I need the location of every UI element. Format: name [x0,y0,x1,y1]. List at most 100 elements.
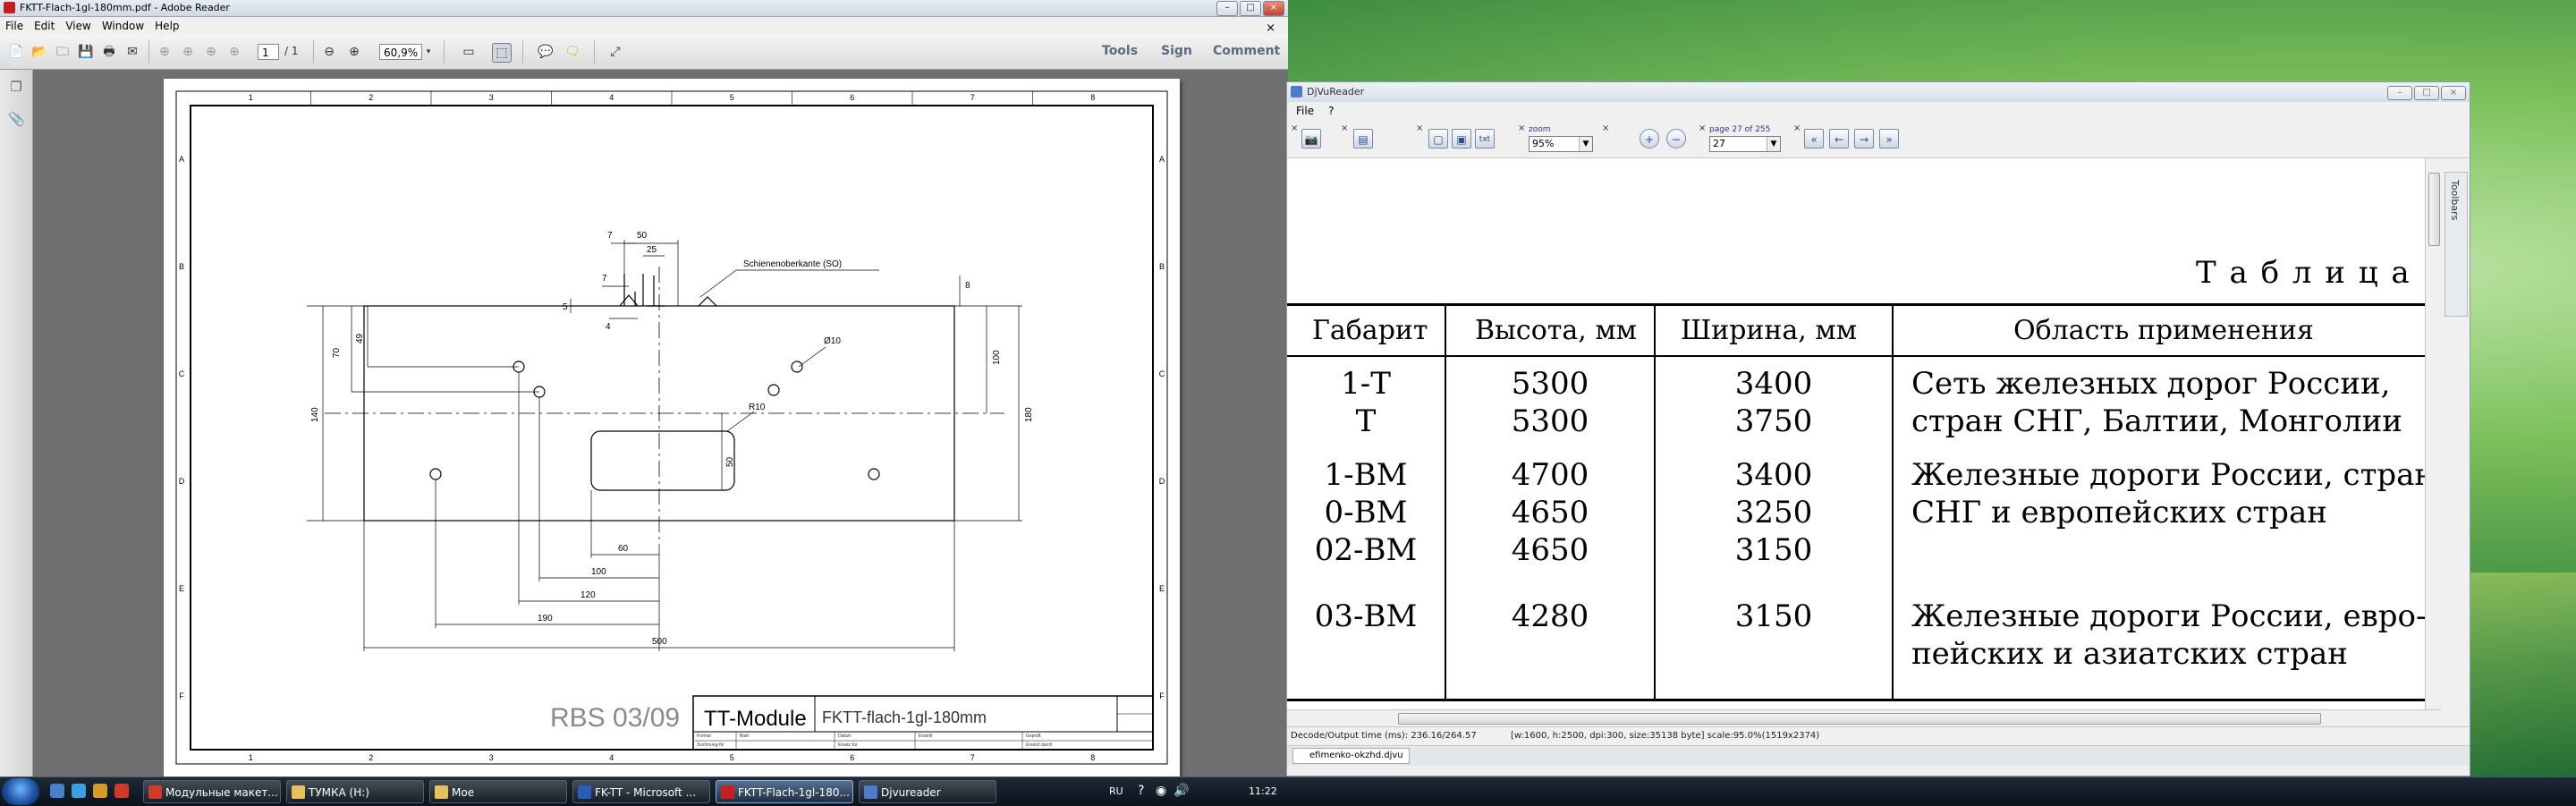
attachments-icon[interactable]: 📎 [8,111,25,127]
menu-window[interactable]: Window [97,17,149,32]
zoom-out-icon[interactable]: ⊖ [320,43,338,61]
frame-column-label: 1 [249,753,253,762]
page-down-icon[interactable]: ⊕ [225,43,243,61]
rail-chamfer [698,296,717,307]
toolbars-side-tab[interactable]: Toolbars [2445,172,2468,317]
ie-icon[interactable] [72,784,86,798]
zoom-out-icon[interactable]: − [1666,129,1686,148]
close-toolbar-icon[interactable]: × [1291,123,1298,133]
tools-pane-button[interactable]: Tools [1102,44,1138,58]
close-toolbar-icon[interactable]: × [1793,123,1801,133]
page-thumbnails-icon[interactable]: ❐ [8,79,24,95]
help-icon[interactable]: ? [1138,784,1144,798]
sign-pane-button[interactable]: Sign [1161,44,1192,58]
maximize-button[interactable]: □ [2414,86,2439,100]
close-toolbar-icon[interactable]: × [1416,123,1423,133]
title-cell: Ersetzt durch [1026,742,1053,748]
status-bar: Decode/Output time (ms): 236.16/264.57 [… [1287,726,2470,745]
page-select[interactable]: 27 ▼ [1709,136,1781,152]
frame-row-label: D [179,477,185,486]
djvu-titlebar[interactable]: DjVuReader – □ × [1287,82,2470,102]
minimize-button[interactable]: – [2387,86,2412,100]
horizontal-scrollbar[interactable] [1287,709,2441,726]
comment-note-icon[interactable]: 💬 [537,43,555,61]
clock[interactable]: 11:22 [1249,785,1277,797]
image-view-icon[interactable]: ▣ [1452,129,1471,148]
minimize-button[interactable]: – [1216,1,1238,16]
menu-file[interactable]: File [0,17,29,32]
zoom-in-icon[interactable]: + [1640,129,1659,148]
taskbar-button[interactable]: FK-TT - Microsoft ... [572,780,710,803]
taskbar-button[interactable]: Модульные макет... [143,780,281,803]
document-tabs: efimenko-okzhd.djvu [1287,745,2470,766]
single-page-icon[interactable]: ▢ [1428,129,1448,148]
email-icon[interactable]: ✉ [123,43,141,61]
close-button[interactable]: × [2441,86,2466,100]
create-pdf-icon[interactable]: 📄 [7,43,25,61]
previous-page-icon[interactable]: ← [1829,129,1849,148]
save-icon[interactable]: 💾 [77,43,95,61]
zoom-level-input[interactable]: 60,9% [379,44,422,60]
close-button[interactable]: × [1263,1,1284,16]
page-number-input[interactable]: 1 [258,44,279,60]
taskbar-button[interactable]: FKTT-Flach-1gl-180... [716,780,853,803]
fit-width-icon[interactable]: ⬚ [492,43,512,63]
frame-column-label: 8 [1090,93,1095,102]
document-tab-label: efimenko-okzhd.djvu [1309,751,1403,760]
scroll-thumb[interactable] [2428,173,2440,246]
djvu-page-view[interactable]: Т а б л и ц а 3.1 Габарит Высота, мм Шир… [1287,158,2425,709]
open-icon[interactable]: 📂 [30,43,48,61]
frame-row-label: C [1159,369,1165,378]
open-folder-icon[interactable]: 🗀 [54,43,72,61]
module-outline [307,240,1022,651]
menu-edit[interactable]: Edit [29,17,60,32]
scroll-thumb[interactable] [1398,713,2321,725]
fit-page-icon[interactable]: ▭ [460,43,478,61]
start-button[interactable] [2,778,39,805]
zoom-select[interactable]: 95% ▼ [1529,136,1593,152]
close-toolbar-icon[interactable]: × [1518,123,1525,133]
menu-view[interactable]: View [60,17,96,32]
network-icon[interactable]: ◉ [1156,784,1166,798]
opera-icon[interactable] [114,784,129,798]
open-file-icon[interactable]: 📷 [1301,129,1321,148]
next-page-icon[interactable]: → [1854,129,1874,148]
toolbar-separator [522,40,523,64]
volume-icon[interactable]: 🔊 [1174,784,1189,798]
highlight-icon[interactable]: 🗨 [564,43,581,61]
taskbar-button[interactable]: Djvureader [859,780,996,803]
comment-pane-button[interactable]: Comment [1213,44,1280,58]
reader-toolbar: 📄 📂 🗀 💾 🖶 ✉ ⊕ ⊕ ⊕ ⊕ 1 / 1 ⊖ ⊕ 60,9% ▾ ▭ … [0,35,1288,70]
zoom-dropdown-icon[interactable]: ▾ [422,43,435,61]
menu-file[interactable]: File [1287,102,1319,117]
zoom-in-icon[interactable]: ⊕ [345,43,363,61]
show-desktop-icon[interactable] [50,784,64,798]
next-page-icon[interactable]: ⊕ [179,43,197,61]
first-page-icon[interactable]: « [1804,129,1824,148]
table-header-cell: Область применения [2013,315,2314,346]
taskbar-button[interactable]: ТУМКА (H:) [286,780,424,803]
reader-titlebar[interactable]: FKTT-Flach-1gl-180mm.pdf - Adobe Reader … [0,0,1288,17]
expand-icon[interactable]: ⤢ [606,43,624,61]
page-up-icon[interactable]: ⊕ [202,43,220,61]
maximize-button[interactable]: □ [1240,1,1261,16]
document-canvas[interactable]: 1122334455667788AABBCCDDEEFF 50 7 25 7 5… [33,70,1288,776]
close-toolbar-icon[interactable]: × [1602,123,1609,133]
page-view-icon[interactable]: ▤ [1353,129,1373,148]
text-view-icon[interactable]: txt [1475,129,1495,148]
last-page-icon[interactable]: » [1879,129,1899,148]
taskbar-button[interactable]: Мое [429,780,567,803]
document-tab[interactable]: efimenko-okzhd.djvu [1292,748,1410,764]
close-toolbar-icon[interactable]: × [1341,123,1348,133]
previous-page-icon[interactable]: ⊕ [156,43,174,61]
language-indicator[interactable]: RU [1109,785,1123,797]
close-document-icon[interactable]: × [1260,19,1281,35]
folder-icon[interactable] [93,784,107,798]
table-cell: 3150 [1734,598,1813,634]
vertical-scrollbar[interactable] [2425,158,2442,709]
close-toolbar-icon[interactable]: × [1699,123,1706,133]
table-cell: 3250 [1734,495,1813,530]
print-icon[interactable]: 🖶 [100,43,118,61]
menu-help[interactable]: ? [1319,102,1339,117]
menu-help[interactable]: Help [149,17,184,32]
